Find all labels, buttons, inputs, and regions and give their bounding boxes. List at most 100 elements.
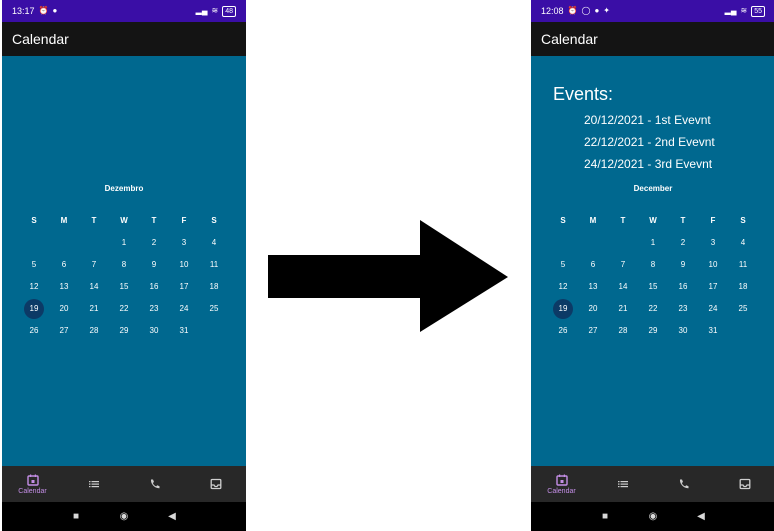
day-cell[interactable]: 4 (728, 232, 758, 254)
home-button[interactable]: ◉ (646, 510, 660, 524)
day-cell[interactable]: 3 (169, 232, 199, 254)
day-cell[interactable]: 21 (608, 298, 638, 320)
day-cell[interactable]: 31 (698, 320, 728, 342)
day-cell[interactable]: 25 (728, 298, 758, 320)
day-cell[interactable]: 22 (638, 298, 668, 320)
back-button[interactable]: ◀ (694, 510, 708, 524)
day-cell[interactable]: 26 (548, 320, 578, 342)
day-cell[interactable]: 23 (139, 298, 169, 320)
weekday-label: M (60, 216, 68, 225)
selected-day-cell[interactable]: 19 (19, 298, 49, 320)
day-cell[interactable]: 10 (169, 254, 199, 276)
day-cell[interactable]: 14 (608, 276, 638, 298)
day-cell[interactable]: 12 (19, 276, 49, 298)
event-item[interactable]: 24/12/2021 - 3rd Evevnt (584, 153, 715, 175)
weekday-label: T (151, 216, 157, 225)
day-cell[interactable]: 28 (79, 320, 109, 342)
calendar-icon (555, 473, 569, 487)
day-cell[interactable]: 7 (79, 254, 109, 276)
day-cell[interactable]: 18 (728, 276, 758, 298)
back-button[interactable]: ◀ (165, 510, 179, 524)
weekday-label: W (120, 216, 128, 225)
day-cell[interactable]: 13 (49, 276, 79, 298)
recents-button[interactable]: ■ (69, 510, 83, 524)
day-cell[interactable]: 29 (109, 320, 139, 342)
day-cell[interactable]: 26 (19, 320, 49, 342)
weekday-header-row: SMTWTFS (548, 210, 758, 232)
event-item[interactable]: 22/12/2021 - 2nd Evevnt (584, 131, 715, 153)
day-cell[interactable]: 23 (668, 298, 698, 320)
day-cell[interactable]: 9 (139, 254, 169, 276)
day-cell[interactable]: 25 (199, 298, 229, 320)
day-cell[interactable]: 20 (578, 298, 608, 320)
status-time: 13:17 (12, 6, 35, 16)
day-cell[interactable]: 16 (668, 276, 698, 298)
event-item[interactable]: 20/12/2021 - 1st Evevnt (584, 109, 715, 131)
day-cell[interactable]: 8 (109, 254, 139, 276)
day-cell[interactable]: 6 (49, 254, 79, 276)
day-cell[interactable]: 20 (49, 298, 79, 320)
nav-item-calendar[interactable]: Calendar (531, 473, 592, 495)
day-cell[interactable]: 4 (199, 232, 229, 254)
day-cell[interactable]: 22 (109, 298, 139, 320)
weekday-label: W (649, 216, 657, 225)
day-cell[interactable]: 3 (698, 232, 728, 254)
day-cell[interactable]: 12 (548, 276, 578, 298)
day-cell[interactable]: 15 (109, 276, 139, 298)
home-button[interactable]: ◉ (117, 510, 131, 524)
nav-item-phone[interactable] (653, 477, 714, 491)
day-cell[interactable]: 24 (169, 298, 199, 320)
day-cell[interactable]: 17 (169, 276, 199, 298)
day-cell[interactable]: 11 (728, 254, 758, 276)
day-cell[interactable]: 31 (169, 320, 199, 342)
calendar-week-row: 19 20 21 22 23 24 25 (548, 298, 758, 320)
nav-item-calendar[interactable]: Calendar (2, 473, 63, 495)
selected-day-cell[interactable]: 19 (548, 298, 578, 320)
day-cell[interactable]: 10 (698, 254, 728, 276)
game-icon: ✦ (603, 6, 610, 15)
nav-label: Calendar (547, 488, 576, 495)
day-cell[interactable]: 1 (109, 232, 139, 254)
calendar-week-row: 12 13 14 15 16 17 18 (548, 276, 758, 298)
day-cell[interactable]: 24 (698, 298, 728, 320)
whatsapp-icon: ◯ (581, 6, 591, 15)
nav-item-inbox[interactable] (714, 477, 774, 491)
recents-button[interactable]: ■ (598, 510, 612, 524)
calendar-week-row: 26 27 28 29 30 31 (548, 320, 758, 342)
day-cell[interactable]: 17 (698, 276, 728, 298)
day-cell[interactable]: 2 (139, 232, 169, 254)
day-cell[interactable]: 13 (578, 276, 608, 298)
wifi-icon: ≋ (740, 6, 748, 15)
day-cell[interactable]: 27 (49, 320, 79, 342)
day-cell[interactable]: 29 (638, 320, 668, 342)
day-cell[interactable]: 30 (668, 320, 698, 342)
day-cell[interactable]: 14 (79, 276, 109, 298)
nav-item-list[interactable] (592, 477, 653, 491)
day-cell[interactable]: 8 (638, 254, 668, 276)
day-cell[interactable]: 6 (578, 254, 608, 276)
nav-item-list[interactable] (63, 477, 124, 491)
calendar-grid: S M T W T F S 1 2 3 4 5 6 7 8 9 10 11 12 13 14 15 16 17 18 19 20 21… (548, 210, 758, 342)
phone-icon (677, 477, 691, 491)
day-cell[interactable]: 27 (578, 320, 608, 342)
day-cell[interactable]: 5 (19, 254, 49, 276)
day-cell[interactable]: 15 (638, 276, 668, 298)
day-cell[interactable]: 16 (139, 276, 169, 298)
day-cell[interactable]: 18 (199, 276, 229, 298)
day-cell[interactable]: 11 (199, 254, 229, 276)
status-bar: 12:08 ⏰ ◯ ● ✦ ▂▄ ≋ 55 (531, 0, 774, 22)
day-cell[interactable]: 7 (608, 254, 638, 276)
nav-label: Calendar (18, 488, 47, 495)
nav-item-inbox[interactable] (185, 477, 246, 491)
day-cell[interactable]: 21 (79, 298, 109, 320)
day-cell[interactable]: 30 (139, 320, 169, 342)
phone-icon (148, 477, 162, 491)
empty-day-cell (578, 232, 608, 254)
day-cell[interactable]: 1 (638, 232, 668, 254)
day-cell[interactable]: 5 (548, 254, 578, 276)
nav-item-phone[interactable] (124, 477, 185, 491)
day-cell[interactable]: 28 (608, 320, 638, 342)
day-cell[interactable]: 2 (668, 232, 698, 254)
day-cell[interactable]: 9 (668, 254, 698, 276)
inbox-icon (738, 477, 752, 491)
